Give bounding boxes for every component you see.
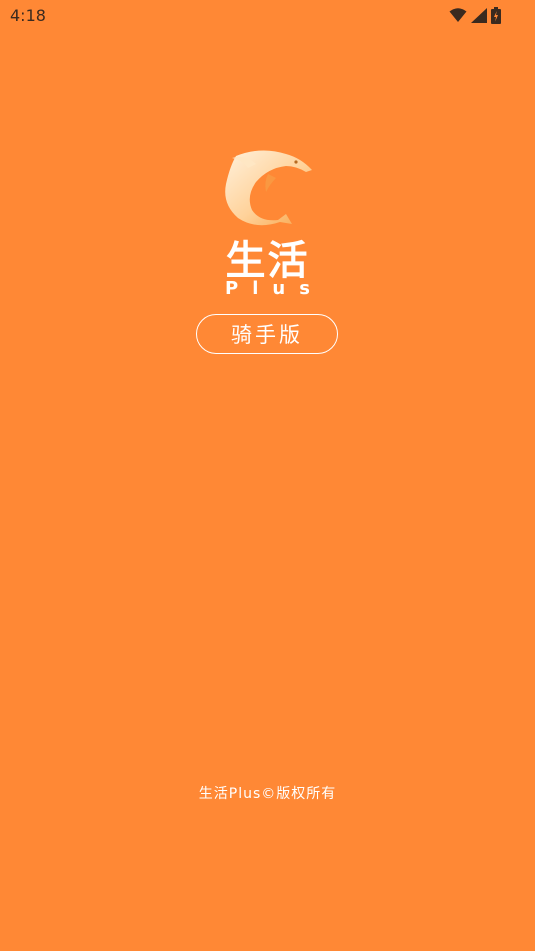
- copyright-footer: 生活Plus©版权所有: [198, 786, 337, 802]
- edition-badge: 骑手版: [196, 314, 338, 354]
- battery-icon: [491, 6, 501, 24]
- signal-icon: [471, 7, 487, 23]
- brand-name-plus: Plus: [225, 278, 324, 299]
- wifi-icon: [449, 8, 467, 22]
- status-icons: [449, 6, 501, 24]
- dolphin-logo-icon: [216, 148, 316, 230]
- status-bar: 4:18: [0, 0, 535, 30]
- status-time: 4:18: [10, 6, 46, 25]
